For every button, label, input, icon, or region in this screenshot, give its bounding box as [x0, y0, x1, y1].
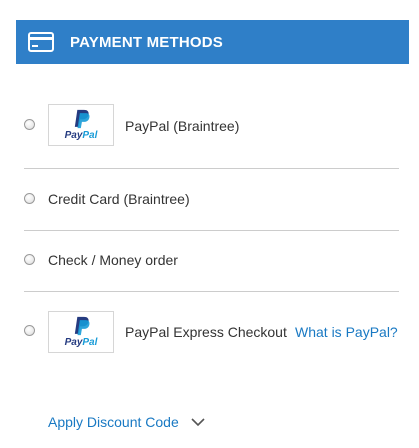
- payment-method-credit-card[interactable]: Credit Card (Braintree): [24, 169, 399, 231]
- paypal-logo: PayPal: [48, 104, 114, 146]
- method-label: PayPal (Braintree): [125, 118, 240, 134]
- payment-method-list: PayPal PayPal (Braintree) Credit Card (B…: [24, 90, 399, 372]
- radio-paypal-braintree[interactable]: [24, 119, 35, 130]
- method-label: PayPal Express Checkout: [125, 324, 287, 340]
- method-label: Credit Card (Braintree): [48, 191, 190, 207]
- method-label: Check / Money order: [48, 252, 178, 268]
- paypal-wordmark: PayPal: [64, 130, 98, 141]
- apply-discount-label: Apply Discount Code: [48, 414, 179, 430]
- page-title: PAYMENT METHODS: [70, 33, 224, 51]
- payment-method-check-money-order[interactable]: Check / Money order: [24, 231, 399, 292]
- paypal-logo: PayPal: [48, 311, 114, 353]
- payment-method-paypal-express[interactable]: PayPal PayPal Express Checkout What is P…: [24, 292, 399, 372]
- paypal-p-icon: [74, 316, 89, 336]
- credit-card-icon: [28, 31, 56, 53]
- chevron-down-icon: [191, 418, 205, 427]
- payment-method-paypal-braintree[interactable]: PayPal PayPal (Braintree): [24, 90, 399, 169]
- payment-methods-header: PAYMENT METHODS: [16, 20, 409, 64]
- radio-check-money-order[interactable]: [24, 254, 35, 265]
- what-is-paypal-link[interactable]: What is PayPal?: [295, 324, 398, 340]
- paypal-wordmark: PayPal: [64, 337, 98, 348]
- paypal-p-icon: [74, 109, 89, 129]
- radio-paypal-express[interactable]: [24, 325, 35, 336]
- apply-discount-toggle[interactable]: Apply Discount Code: [48, 414, 205, 430]
- radio-credit-card[interactable]: [24, 193, 35, 204]
